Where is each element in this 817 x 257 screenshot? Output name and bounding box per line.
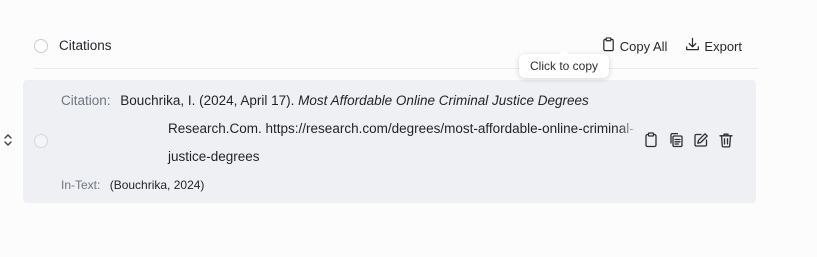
citation-card[interactable]: Citation: Bouchrika, I. (2024, April 17)…	[23, 80, 756, 203]
copy-all-button[interactable]: Copy All	[601, 37, 668, 55]
header-actions: Copy All Export	[601, 35, 742, 57]
citation-actions	[643, 132, 734, 148]
in-text-label: In-Text:	[61, 178, 101, 192]
citation-authors: Bouchrika, I. (2024, April 17).	[120, 93, 299, 108]
trash-icon[interactable]	[718, 132, 734, 148]
copy-all-label: Copy All	[619, 38, 668, 54]
section-title: Citations	[59, 38, 112, 53]
citation-checkbox[interactable]	[34, 134, 48, 148]
select-all-checkbox[interactable]	[34, 39, 48, 53]
clipboard-icon	[601, 37, 616, 55]
in-text-citation: In-Text: (Bouchrika, 2024)	[61, 178, 204, 192]
in-text-value: (Bouchrika, 2024)	[109, 178, 205, 192]
citation-line-1: Citation: Bouchrika, I. (2024, April 17)…	[61, 93, 637, 108]
clipboard-icon[interactable]	[643, 132, 659, 148]
citation-line-3: justice-degrees	[168, 149, 260, 164]
export-label: Export	[704, 38, 742, 54]
citations-header: Citations Copy All Export	[34, 35, 758, 69]
edit-icon[interactable]	[693, 132, 709, 148]
chevron-up-down-icon[interactable]	[2, 132, 14, 148]
citation-title: Most Affordable Online Criminal Justice …	[298, 93, 589, 108]
download-icon	[685, 37, 700, 55]
copy-icon[interactable]	[668, 132, 684, 148]
citation-line-2: Research.Com. https://research.com/degre…	[168, 121, 634, 136]
citation-label: Citation:	[61, 93, 111, 108]
export-button[interactable]: Export	[685, 37, 742, 55]
copy-tooltip: Click to copy	[519, 54, 610, 78]
